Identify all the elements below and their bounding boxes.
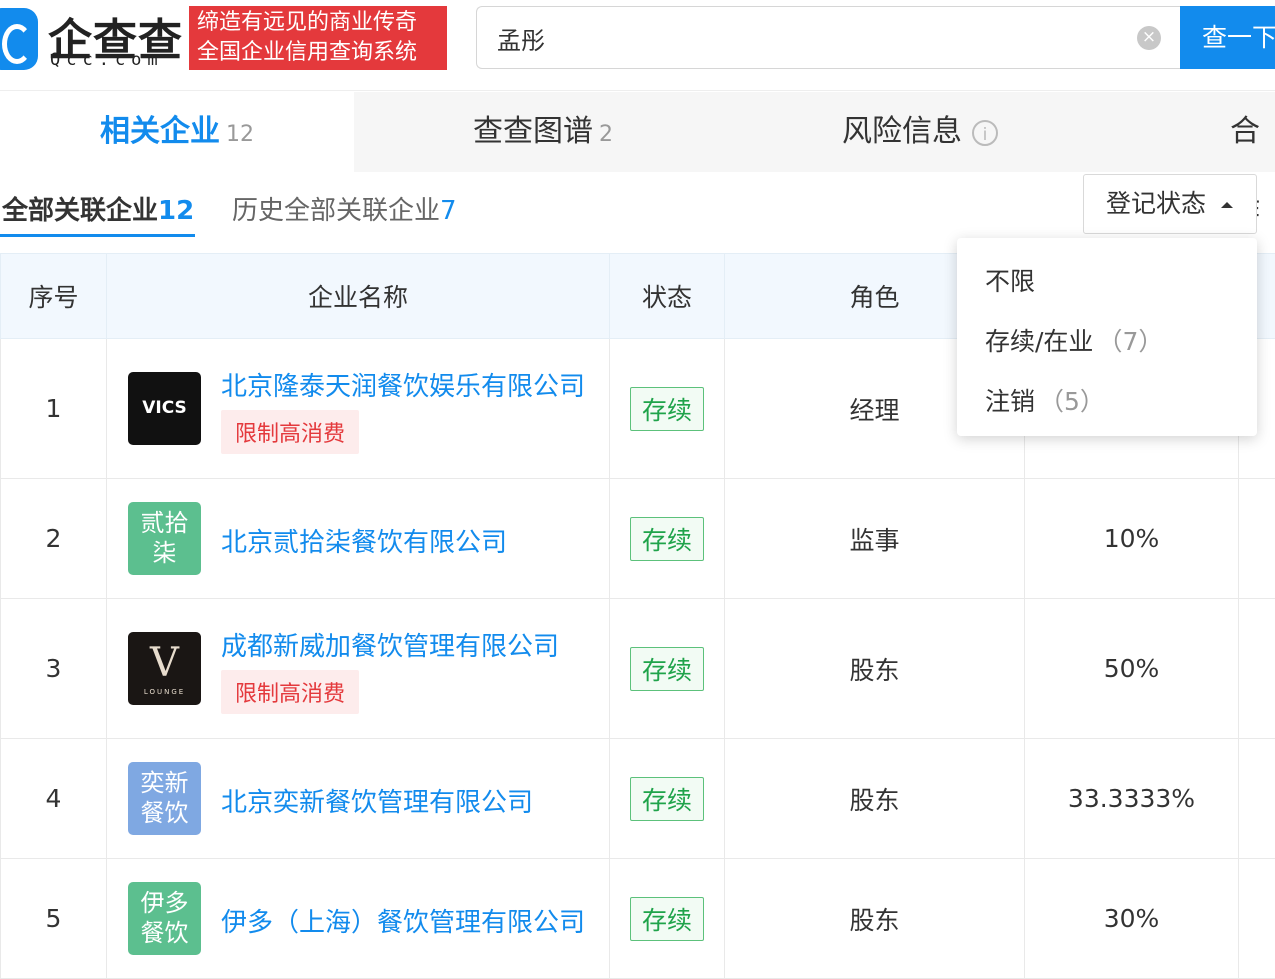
table-row: 4 奕新餐饮 北京奕新餐饮管理有限公司 存续 股东 33.3333%: [1, 739, 1275, 859]
subtab-all-related[interactable]: 全部关联企业12: [2, 190, 194, 227]
status-cell: 存续: [610, 859, 725, 979]
table-row: 3 V LOUNGE 成都新威加餐饮管理有限公司 限制高消费 存续 股东 50%: [1, 599, 1275, 739]
company-name-link[interactable]: 北京奕新餐饮管理有限公司: [221, 782, 533, 819]
subtab-label: 历史全部关联企业: [232, 196, 440, 226]
status-filter-button[interactable]: 登记状态: [1083, 174, 1257, 234]
search-box: ×: [476, 6, 1182, 69]
tab-risk-info[interactable]: 风险信息 i: [842, 92, 998, 172]
header-company-name: 企业名称: [107, 254, 610, 339]
status-badge: 存续: [630, 387, 704, 431]
company-logo[interactable]: VICS: [128, 372, 201, 445]
top-header: 企查查 Qcc.com 缔造有远见的商业传奇 全国企业信用查询系统 × 查一下: [0, 0, 1275, 91]
role-cell: 股东: [725, 599, 1025, 739]
logo-text: VICS: [142, 398, 187, 418]
option-count: （7）: [1097, 327, 1163, 356]
subtab-count: 12: [158, 196, 194, 226]
main-tabs: 相关企业12 查查图谱2 风险信息 i 合作: [0, 92, 1275, 172]
status-badge: 存续: [630, 777, 704, 821]
table-row: 5 伊多餐饮 伊多（上海）餐饮管理有限公司 存续 股东 30%: [1, 859, 1275, 979]
status-cell: 存续: [610, 479, 725, 599]
restriction-tag[interactable]: 限制高消费: [221, 410, 359, 454]
tab-count: 2: [599, 122, 613, 147]
company-name-link[interactable]: 北京隆泰天润餐饮娱乐有限公司: [221, 366, 585, 403]
info-icon[interactable]: i: [972, 120, 998, 146]
company-logo[interactable]: 贰拾柒: [128, 502, 201, 575]
option-label: 注销: [985, 387, 1035, 416]
company-name-link[interactable]: 伊多（上海）餐饮管理有限公司: [221, 902, 585, 939]
tab-label: 相关企业: [100, 114, 220, 149]
clear-icon[interactable]: ×: [1137, 26, 1161, 50]
dropdown-option-all[interactable]: 不限: [985, 262, 1035, 298]
extra-cell: [1239, 599, 1275, 739]
status-cell: 存续: [610, 739, 725, 859]
ratio-cell: 50%: [1025, 599, 1239, 739]
ratio-cell: 30%: [1025, 859, 1239, 979]
company-logo[interactable]: 伊多餐饮: [128, 882, 201, 955]
option-count: （5）: [1039, 387, 1105, 416]
active-subtab-indicator: [0, 234, 195, 237]
option-label: 存续/在业: [985, 327, 1093, 356]
logo-subtext: LOUNGE: [128, 688, 201, 696]
company-name-link[interactable]: 成都新威加餐饮管理有限公司: [221, 626, 559, 663]
status-cell: 存续: [610, 599, 725, 739]
dropdown-option-cancelled[interactable]: 注销（5）: [985, 382, 1105, 418]
logo-text: 伊多餐饮: [141, 889, 189, 947]
qcc-logo-icon[interactable]: [0, 8, 38, 70]
search-input[interactable]: [495, 7, 1099, 70]
status-cell: 存续: [610, 339, 725, 479]
table-row: 2 贰拾柒 北京贰拾柒餐饮有限公司 存续 监事 10%: [1, 479, 1275, 599]
row-index: 1: [1, 339, 107, 479]
row-index: 3: [1, 599, 107, 739]
slogan-line-1: 缔造有远见的商业传奇: [197, 8, 447, 38]
tab-cooperation[interactable]: 合作: [1230, 92, 1275, 172]
company-logo[interactable]: 奕新餐饮: [128, 762, 201, 835]
header-status: 状态: [610, 254, 725, 339]
company-name-link[interactable]: 北京贰拾柒餐饮有限公司: [221, 522, 507, 559]
role-cell: 股东: [725, 739, 1025, 859]
extra-cell: [1239, 479, 1275, 599]
subtab-count: 7: [440, 196, 457, 226]
tab-count: 12: [226, 122, 254, 147]
company-logo[interactable]: V LOUNGE: [128, 632, 201, 705]
row-index: 5: [1, 859, 107, 979]
row-index: 2: [1, 479, 107, 599]
header-index: 序号: [1, 254, 107, 339]
status-badge: 存续: [630, 517, 704, 561]
filter-label: 登记状态: [1106, 189, 1206, 218]
option-label: 不限: [985, 267, 1035, 296]
status-badge: 存续: [630, 647, 704, 691]
logo-text: 贰拾柒: [141, 509, 189, 567]
subtab-label: 全部关联企业: [2, 196, 158, 226]
tab-label: 查查图谱: [473, 114, 593, 149]
role-cell: 股东: [725, 859, 1025, 979]
tab-related-companies[interactable]: 相关企业12: [0, 92, 354, 172]
company-cell: 奕新餐饮 北京奕新餐饮管理有限公司: [107, 739, 610, 859]
company-cell: V LOUNGE 成都新威加餐饮管理有限公司 限制高消费: [107, 599, 610, 739]
slogan-banner: 缔造有远见的商业传奇 全国企业信用查询系统: [189, 6, 447, 70]
search-button[interactable]: 查一下: [1180, 6, 1275, 69]
role-cell: 监事: [725, 479, 1025, 599]
company-cell: 贰拾柒 北京贰拾柒餐饮有限公司: [107, 479, 610, 599]
restriction-tag[interactable]: 限制高消费: [221, 670, 359, 714]
company-cell: VICS 北京隆泰天润餐饮娱乐有限公司 限制高消费: [107, 339, 610, 479]
row-index: 4: [1, 739, 107, 859]
subtab-history-related[interactable]: 历史全部关联企业7: [232, 190, 457, 227]
logo-domain: Qcc.com: [50, 50, 164, 70]
extra-cell: [1239, 859, 1275, 979]
slogan-line-2: 全国企业信用查询系统: [197, 38, 447, 68]
ratio-cell: 10%: [1025, 479, 1239, 599]
extra-cell: [1239, 739, 1275, 859]
tab-graph[interactable]: 查查图谱2: [473, 92, 613, 172]
caret-up-icon: [1221, 202, 1233, 208]
status-badge: 存续: [630, 897, 704, 941]
company-cell: 伊多餐饮 伊多（上海）餐饮管理有限公司: [107, 859, 610, 979]
logo-text: 奕新餐饮: [141, 769, 189, 827]
tab-label: 风险信息: [842, 114, 962, 149]
logo-text: V: [150, 640, 179, 686]
dropdown-option-active[interactable]: 存续/在业（7）: [985, 322, 1163, 358]
ratio-cell: 33.3333%: [1025, 739, 1239, 859]
status-filter-dropdown: 不限 存续/在业（7） 注销（5）: [957, 238, 1257, 436]
